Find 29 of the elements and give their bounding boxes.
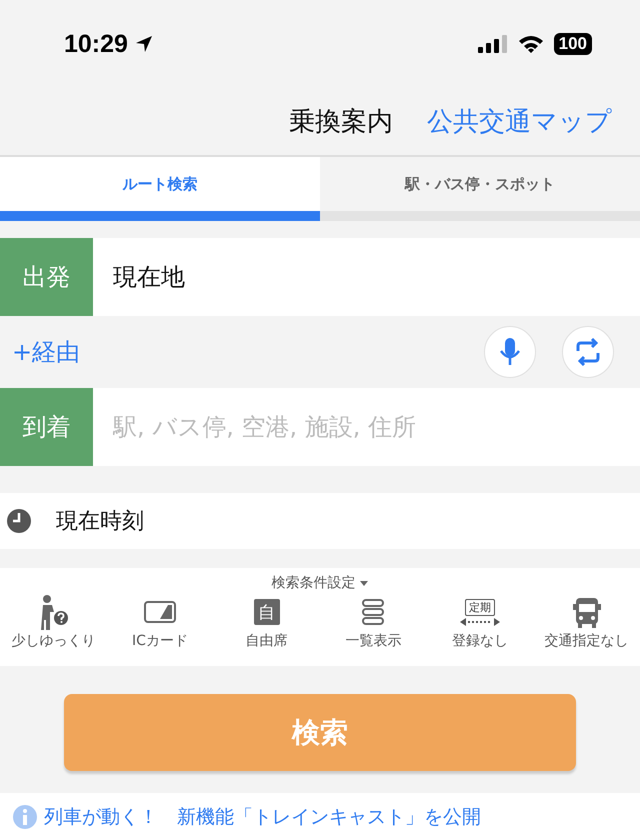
departure-field[interactable]: 現在地 <box>93 238 640 316</box>
wifi-icon <box>518 34 544 54</box>
clock-icon <box>6 508 32 534</box>
arrival-label: 到着 <box>0 388 93 466</box>
condition-label: 自由席 <box>246 632 288 650</box>
caret-icon <box>358 579 368 587</box>
seat-icon[interactable]: 自 <box>254 599 280 625</box>
swap-button[interactable] <box>562 326 614 378</box>
condition-label: 交通指定なし <box>544 632 629 650</box>
departure-time[interactable]: 現在時刻 <box>56 506 144 536</box>
condition-label: 一覧表示 <box>345 632 402 650</box>
microphone-icon <box>499 337 521 367</box>
page-title: 乗換案内 <box>289 106 393 139</box>
condition-label: 登録なし <box>452 632 508 650</box>
tab[interactable]: ルート検索 <box>0 157 320 221</box>
microphone-button[interactable] <box>484 326 536 378</box>
status-time: 10:29 <box>64 30 128 58</box>
add-via-link[interactable]: +経由 <box>12 336 80 368</box>
battery-icon: 100 <box>554 33 592 55</box>
swap-icon <box>574 338 602 366</box>
dropdown-title: 検索条件設定 <box>272 574 356 592</box>
condition-label: ICカード <box>132 632 188 650</box>
info-icon <box>12 804 38 830</box>
transit-map-link[interactable]: 公共交通マップ <box>427 104 612 139</box>
signal-icon <box>478 34 508 54</box>
condition-label: 少しゆっくり <box>11 632 96 650</box>
search-conditions-dropdown[interactable]: 検索条件設定 <box>0 574 640 592</box>
departure-label: 出発 <box>0 238 93 316</box>
location-arrow-icon <box>134 34 154 54</box>
